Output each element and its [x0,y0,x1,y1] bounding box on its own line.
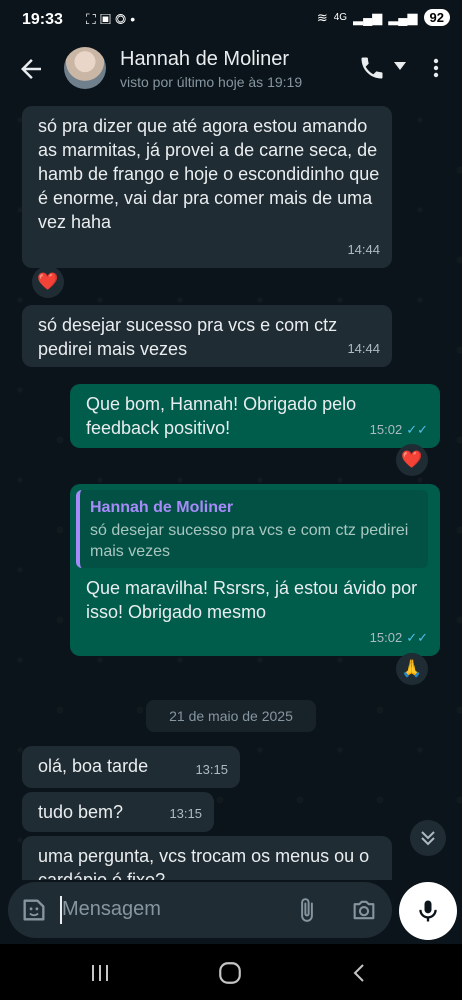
reaction-pray[interactable]: 🙏 [396,653,428,685]
message-in[interactable]: olá, boa tarde 13:15 [22,746,240,788]
status-left-icons: ⛶▣◎• [86,11,139,28]
message-in[interactable]: só desejar sucesso pra vcs e com ctz ped… [22,305,392,367]
screenshot-icon: ⛶ [86,11,100,27]
network-type: 4G [333,12,348,23]
composer-bar: Mensagem [0,880,462,944]
back-nav-icon[interactable] [348,961,372,985]
contact-name[interactable]: Hannah de Moliner [120,48,289,71]
call-dropdown-icon[interactable] [394,62,406,70]
message-text: uma pergunta, vcs trocam os menus ou o c… [38,846,370,880]
microphone-icon [419,900,437,922]
quoted-message[interactable]: Hannah de Moliner só desejar sucesso pra… [76,490,428,568]
attach-paperclip-icon[interactable] [294,897,320,923]
last-seen[interactable]: visto por último hoje às 19:19 [120,74,302,90]
avatar[interactable] [64,47,106,89]
read-ticks-icon: ✓✓ [406,422,428,437]
sticker-emoji-icon[interactable] [20,896,48,924]
signal-icon-2: ▂▄▆ [388,9,418,25]
message-in[interactable]: tudo bem? 13:15 [22,792,214,832]
message-text: olá, boa tarde [38,756,149,776]
camera-icon[interactable] [350,896,378,924]
message-meta: 15:02 ✓✓ [370,418,428,442]
quoted-text: só desejar sucesso pra vcs e com ctz ped… [90,522,409,560]
chat-area[interactable]: só pra dizer que até agora estou amando … [0,100,462,880]
message-time: 13:15 [195,762,228,777]
status-bar: 19:33 ⛶▣◎• ≋ 4G ▂▄▆ ▂▄▆ 92 [0,0,462,42]
message-time: 15:02 [369,630,403,645]
voice-call-icon[interactable] [358,54,386,82]
reaction-heart[interactable]: ❤️ [396,444,428,476]
scroll-to-bottom-button[interactable] [410,820,446,856]
home-icon[interactable] [217,960,243,986]
message-text: Que bom, Hannah! Obrigado pelo feedback … [86,394,357,438]
double-chevron-down-icon [421,831,435,846]
message-text: só pra dizer que até agora estou amando … [38,116,380,232]
message-input[interactable]: Mensagem [8,882,392,938]
status-right: ≋ 4G ▂▄▆ ▂▄▆ 92 [317,9,450,26]
wifi-icon: ≋ [316,9,328,25]
message-time: 13:15 [169,806,202,821]
message-text: só desejar sucesso pra vcs e com ctz ped… [38,315,338,359]
message-time: 14:44 [347,242,380,257]
message-in[interactable]: uma pergunta, vcs trocam os menus ou o c… [22,836,392,880]
message-out-reply[interactable]: Hannah de Moliner só desejar sucesso pra… [70,484,440,656]
chat-header: Hannah de Moliner visto por último hoje … [0,42,462,100]
back-arrow-icon[interactable] [16,54,46,84]
voice-message-button[interactable] [399,882,457,940]
recent-apps-icon[interactable] [88,961,112,985]
message-time: 14:44 [347,341,380,356]
message-text: tudo bem? [38,802,124,822]
reaction-heart[interactable]: ❤️ [32,266,64,298]
quoted-sender: Hannah de Moliner [90,499,234,516]
cast-icon: ▣ [99,11,116,27]
signal-icon: ▂▄▆ [353,9,383,25]
message-meta: 15:02 ✓✓ [370,626,428,650]
date-divider: 21 de maio de 2025 [146,700,316,732]
message-time: 15:02 [369,422,403,437]
message-text: Que maravilha! Rsrsrs, já estou ávido po… [86,578,418,622]
system-nav-bar [0,944,462,1000]
status-time: 19:33 [22,11,63,28]
message-out[interactable]: Que bom, Hannah! Obrigado pelo feedback … [70,384,440,448]
input-placeholder[interactable]: Mensagem [62,898,161,921]
read-ticks-icon: ✓✓ [406,630,428,645]
dot-icon: • [130,11,140,27]
battery-level: 92 [423,9,450,26]
message-in[interactable]: só pra dizer que até agora estou amando … [22,106,392,268]
instagram-icon: ◎ [115,11,131,27]
more-options-icon[interactable] [424,54,448,82]
